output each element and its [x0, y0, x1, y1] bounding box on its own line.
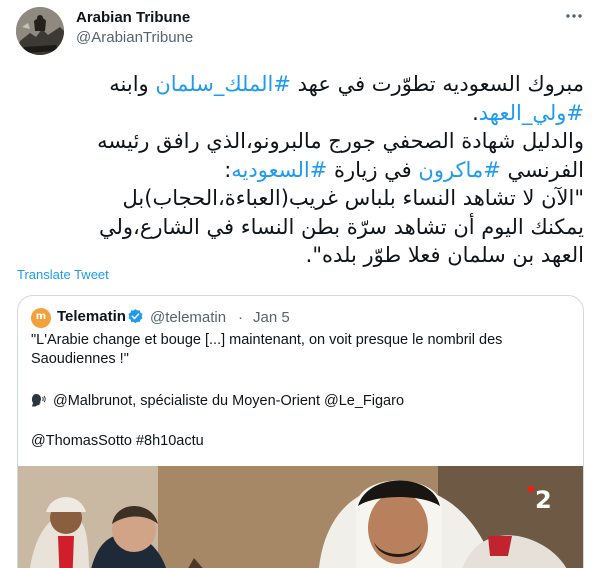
- tweet-text-line: مبروك السعوديه تطوّرت في عهد #الملك_سلما…: [24, 70, 584, 99]
- translate-tweet-link[interactable]: Translate Tweet: [17, 267, 109, 282]
- author-name[interactable]: Arabian Tribune: [76, 9, 190, 26]
- tweet-text-segment: العهد بن سلمان فعلا طوّر بلده".: [305, 243, 584, 267]
- hashtag-link[interactable]: #ماكرون: [418, 158, 500, 182]
- quoted-text-line: Saoudiennes !": [31, 351, 129, 367]
- france2-logo: 2: [528, 482, 558, 512]
- quoted-author-handle[interactable]: @telematin: [150, 309, 226, 326]
- tweet-text-line: يمكنك اليوم أن تشاهد سرّة بطن النساء في …: [24, 213, 584, 242]
- quoted-text-line: @ThomasSotto #8h10actu: [31, 433, 204, 449]
- quoted-author-name[interactable]: Telematin: [57, 308, 126, 325]
- quoted-credit-text: @Malbrunot, spécialiste du Moyen-Orient …: [53, 393, 405, 409]
- tweet-text-line: "الآن لا تشاهد النساء بلباس غريب(العباءة…: [24, 184, 585, 213]
- quoted-separator: ·: [238, 309, 243, 326]
- tweet-text-segment: مبروك السعوديه تطوّرت في عهد: [290, 72, 584, 96]
- hashtag-link[interactable]: #ولي_العهد: [479, 101, 584, 125]
- quoted-credit-line: @Malbrunot, spécialiste du Moyen-Orient …: [31, 393, 404, 409]
- quoted-text-line: "L'Arabie change et bouge [...] maintena…: [31, 332, 503, 348]
- france2-logo-text: 2: [535, 486, 552, 512]
- tweet-text-segment: "الآن لا تشاهد النساء بلباس غريب(العباءة…: [122, 186, 585, 210]
- speaking-head-icon: [31, 394, 46, 407]
- tweet-text-line: والدليل شهادة الصحفي جورج مالبرونو،الذي …: [24, 127, 584, 156]
- verified-badge-icon: [128, 309, 143, 324]
- tweet-text-segment: والدليل شهادة الصحفي جورج مالبرونو،الذي …: [97, 129, 584, 153]
- quoted-author-avatar[interactable]: m: [31, 308, 51, 328]
- author-handle[interactable]: @ArabianTribune: [76, 29, 193, 46]
- quoted-media-image[interactable]: 2: [18, 466, 583, 568]
- tweet-text-segment: الفرنسي: [500, 157, 584, 182]
- quoted-date[interactable]: Jan 5: [253, 309, 290, 326]
- hashtag-link[interactable]: #السعوديه: [231, 158, 327, 182]
- author-avatar[interactable]: [16, 7, 64, 55]
- tweet-text: مبروك السعوديه تطوّرت في عهد #الملك_سلما…: [24, 70, 584, 270]
- quoted-tweet[interactable]: m Telematin @telematin · Jan 5 "L'Arabie…: [17, 295, 584, 568]
- tweet-text-line: العهد بن سلمان فعلا طوّر بلده".: [24, 241, 584, 270]
- tweet: Arabian Tribune @ArabianTribune مبروك ال…: [0, 0, 610, 568]
- quoted-avatar-letter: m: [35, 311, 47, 322]
- tweet-text-segment: يمكنك اليوم أن تشاهد سرّة بطن النساء في …: [99, 214, 584, 239]
- tweet-text-segment: وابنه: [109, 72, 156, 96]
- more-icon[interactable]: [562, 6, 586, 30]
- tweet-text-line: #ولي_العهد.: [24, 99, 584, 128]
- tweet-text-segment: .: [472, 100, 479, 125]
- tweet-text-segment: في زيارة: [327, 157, 419, 182]
- tweet-text-line: الفرنسي #ماكرون في زيارة #السعوديه:: [24, 156, 584, 185]
- hashtag-link[interactable]: #الملك_سلمان: [155, 72, 291, 96]
